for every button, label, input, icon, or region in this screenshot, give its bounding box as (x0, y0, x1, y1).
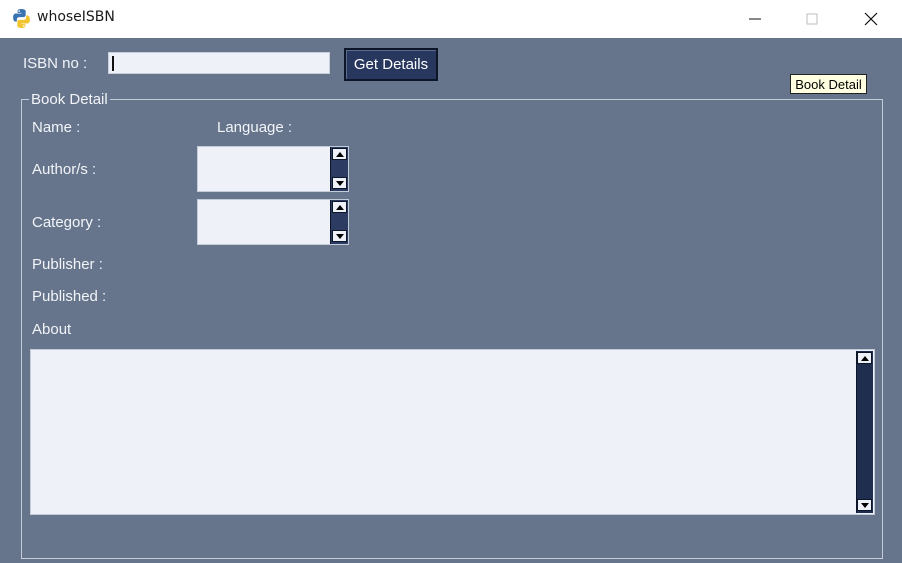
publisher-label: Publisher : (32, 256, 103, 273)
python-icon (13, 9, 30, 28)
maximize-icon (806, 13, 818, 25)
about-textbox[interactable] (30, 349, 875, 515)
window-title: whoseISBN (37, 9, 115, 25)
book-detail-legend: Book Detail (29, 91, 110, 108)
category-list[interactable] (198, 200, 330, 244)
scroll-down-button[interactable] (332, 230, 347, 242)
close-button[interactable] (849, 0, 895, 38)
minimize-button[interactable] (733, 0, 779, 38)
triangle-up-icon (335, 204, 344, 210)
triangle-down-icon (335, 233, 344, 239)
text-caret (112, 56, 114, 71)
language-label: Language : (217, 119, 293, 136)
category-listbox[interactable] (197, 199, 349, 245)
get-details-button[interactable]: Get Details (344, 48, 438, 81)
name-label: Name : (32, 119, 81, 136)
authors-list[interactable] (198, 147, 330, 191)
triangle-up-icon (335, 151, 344, 157)
scroll-up-button[interactable] (332, 148, 347, 160)
isbn-input[interactable] (108, 52, 330, 74)
main-window: ISBN no : Get Details Book Detail Book D… (0, 38, 902, 563)
authors-listbox[interactable] (197, 146, 349, 192)
scroll-down-button[interactable] (332, 177, 347, 189)
triangle-up-icon (860, 355, 869, 361)
about-text-area[interactable] (31, 350, 856, 514)
about-scrollbar[interactable] (856, 351, 873, 513)
published-label: Published : (32, 288, 107, 305)
maximize-button[interactable] (790, 0, 836, 38)
authors-label: Author/s : (32, 161, 97, 178)
triangle-down-icon (860, 502, 869, 508)
scroll-up-button[interactable] (857, 352, 872, 364)
minimize-icon (749, 18, 761, 20)
authors-scrollbar[interactable] (330, 147, 348, 191)
title-bar: whoseISBN (0, 0, 902, 38)
close-icon (864, 12, 878, 26)
triangle-down-icon (335, 180, 344, 186)
category-scrollbar[interactable] (330, 200, 348, 244)
scroll-up-button[interactable] (332, 201, 347, 213)
isbn-label: ISBN no : (23, 55, 88, 72)
scroll-down-button[interactable] (857, 499, 872, 511)
tooltip: Book Detail (790, 74, 867, 94)
category-label: Category : (32, 214, 102, 231)
about-label: About (32, 321, 72, 338)
